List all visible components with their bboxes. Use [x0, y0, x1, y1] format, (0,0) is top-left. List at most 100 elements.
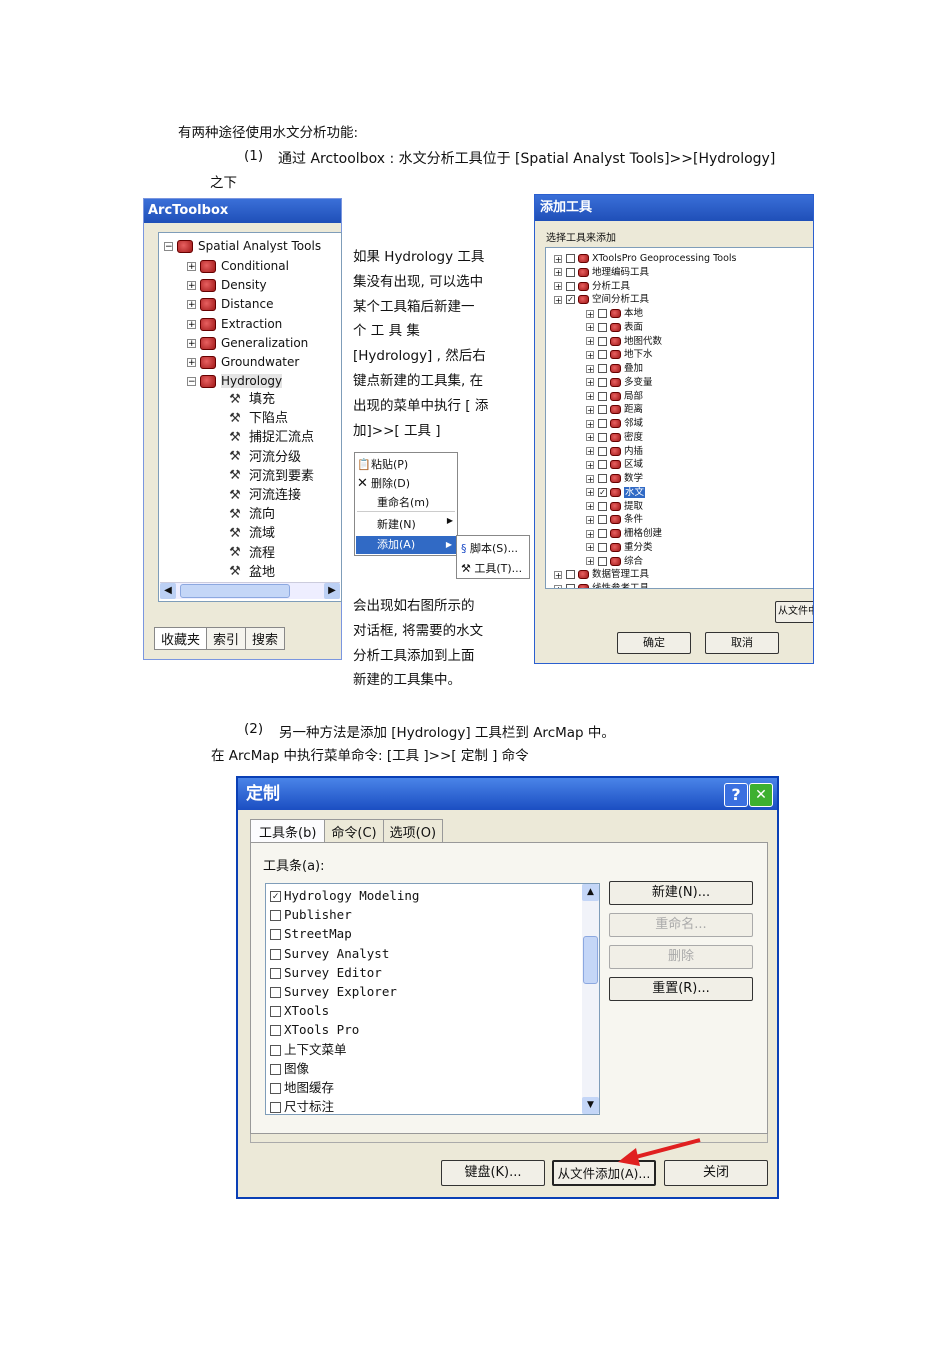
add-tool-item[interactable]: + ✓ 空间分析工具: [554, 293, 649, 306]
expand-icon[interactable]: +: [586, 515, 594, 524]
checkbox[interactable]: [270, 1006, 281, 1018]
expand-icon[interactable]: +: [586, 543, 594, 552]
add-tool-item[interactable]: + XToolsPro Geoprocessing Tools: [554, 252, 736, 265]
expand-icon[interactable]: +: [187, 358, 196, 368]
tab-search[interactable]: 搜索: [246, 627, 286, 650]
from-file-button[interactable]: 从文件中: [775, 601, 813, 623]
checkbox[interactable]: [598, 501, 607, 511]
checkbox[interactable]: [270, 1025, 281, 1037]
toolbar-list-item[interactable]: 尺寸标注: [270, 1097, 334, 1114]
checkbox[interactable]: [598, 350, 607, 360]
checkbox[interactable]: [598, 556, 607, 566]
expand-icon[interactable]: +: [554, 570, 562, 579]
expand-icon[interactable]: +: [586, 392, 594, 401]
toolbar-list-item[interactable]: 地图缓存: [270, 1078, 334, 1097]
checkbox[interactable]: [598, 322, 607, 332]
add-tool-item[interactable]: + 栅格创建: [586, 527, 662, 540]
scroll-right-icon[interactable]: ▶: [324, 583, 340, 599]
checkbox[interactable]: [598, 460, 607, 470]
horizontal-scrollbar[interactable]: ◀ ▶: [160, 582, 340, 599]
delete-toolbar-button[interactable]: 删除: [609, 945, 753, 969]
add-tool-item[interactable]: + 内插: [586, 445, 643, 458]
reset-toolbar-button[interactable]: 重置(R)...: [609, 977, 753, 1001]
add-tool-item[interactable]: + 局部: [586, 390, 643, 403]
checkbox[interactable]: [598, 542, 607, 552]
checkbox[interactable]: [598, 336, 607, 346]
add-tool-item[interactable]: + 叠加: [586, 362, 643, 375]
add-tool-item[interactable]: + 条件: [586, 513, 643, 526]
checkbox[interactable]: ✓: [598, 487, 607, 497]
submenu-tool[interactable]: ⚒ 工具(T)...: [461, 560, 522, 576]
checkbox[interactable]: [598, 405, 607, 415]
add-tool-item[interactable]: + 邻域: [586, 417, 643, 430]
expand-icon[interactable]: +: [187, 319, 196, 329]
tool-item[interactable]: ⚒ 盆地: [227, 564, 275, 582]
scroll-thumb[interactable]: [180, 584, 290, 598]
toolbar-list-item[interactable]: Survey Editor: [270, 963, 382, 982]
toolbar-list-item[interactable]: XTools: [270, 1001, 329, 1020]
checkbox[interactable]: [566, 584, 575, 588]
checkbox[interactable]: [566, 254, 575, 263]
checkbox[interactable]: [598, 515, 607, 525]
checkbox[interactable]: [566, 570, 575, 580]
tool-item[interactable]: ⚒ 流程: [227, 545, 275, 563]
checkbox[interactable]: [598, 446, 607, 456]
add-tool-item[interactable]: + 地下水: [586, 348, 653, 361]
expand-icon[interactable]: +: [586, 419, 594, 428]
help-icon[interactable]: ?: [724, 783, 748, 807]
expand-icon[interactable]: +: [586, 474, 594, 483]
menu-delete[interactable]: ✕ 删除(D): [357, 475, 410, 491]
checkbox[interactable]: [270, 967, 281, 979]
tab-favorites[interactable]: 收藏夹: [154, 627, 208, 650]
checkbox[interactable]: [566, 267, 575, 277]
expand-icon[interactable]: +: [586, 447, 594, 456]
checkbox[interactable]: [598, 391, 607, 401]
expand-icon[interactable]: +: [187, 262, 196, 272]
expand-icon[interactable]: +: [187, 338, 196, 348]
add-tool-item[interactable]: + 地图代数: [586, 335, 662, 348]
expand-icon[interactable]: +: [586, 309, 594, 318]
toolset-item[interactable]: + Generalization: [187, 334, 308, 352]
ok-button[interactable]: 确定: [617, 632, 691, 654]
add-tool-item[interactable]: + 距离: [586, 403, 643, 416]
checkbox[interactable]: [270, 1102, 281, 1114]
toolbar-list-item[interactable]: Publisher: [270, 905, 352, 924]
tree-root[interactable]: − Spatial Analyst Tools: [164, 237, 321, 255]
toolset-item[interactable]: + Density: [187, 276, 267, 294]
keyboard-button[interactable]: 键盘(K)...: [441, 1160, 545, 1186]
submenu-script[interactable]: § 脚本(S)...: [461, 540, 518, 556]
tool-item[interactable]: ⚒ 河流分级: [227, 449, 301, 467]
add-tool-item[interactable]: + 综合: [586, 555, 643, 568]
checkbox[interactable]: [270, 1063, 281, 1075]
toolset-item[interactable]: + Conditional: [187, 257, 289, 275]
add-tool-item[interactable]: + 分析工具: [554, 280, 630, 293]
menu-add[interactable]: 添加(A) ▶: [356, 536, 456, 554]
expand-icon[interactable]: +: [586, 364, 594, 373]
checkbox[interactable]: [270, 910, 281, 922]
tool-item[interactable]: ⚒ 河流连接: [227, 487, 301, 505]
checkbox[interactable]: [566, 281, 575, 291]
add-tool-item[interactable]: + 区域: [586, 458, 643, 471]
toolbar-list-item[interactable]: Survey Analyst: [270, 944, 389, 963]
expand-icon[interactable]: +: [586, 557, 594, 566]
toolbar-list-item[interactable]: 图像: [270, 1059, 309, 1078]
close-icon[interactable]: ✕: [749, 783, 773, 807]
expand-icon[interactable]: +: [554, 584, 562, 588]
cancel-button[interactable]: 取消: [705, 632, 779, 654]
collapse-icon[interactable]: −: [164, 242, 173, 252]
add-tool-item[interactable]: + 线性参考工具: [554, 582, 649, 588]
toolbar-list-item[interactable]: Survey Explorer: [270, 982, 397, 1001]
expand-icon[interactable]: +: [586, 350, 594, 359]
add-tool-item[interactable]: + 本地: [586, 307, 643, 320]
expand-icon[interactable]: +: [586, 405, 594, 414]
checkbox[interactable]: [598, 419, 607, 428]
checkbox[interactable]: [598, 432, 607, 442]
checkbox[interactable]: [270, 1083, 281, 1094]
tool-item[interactable]: ⚒ 捕捉汇流点: [227, 429, 314, 447]
checkbox[interactable]: [598, 309, 607, 318]
add-tool-item[interactable]: + 密度: [586, 431, 643, 444]
new-toolbar-button[interactable]: 新建(N)...: [609, 881, 753, 905]
tool-item[interactable]: ⚒ 下陷点: [227, 410, 288, 428]
expand-icon[interactable]: +: [554, 295, 562, 304]
expand-icon[interactable]: +: [187, 300, 196, 310]
